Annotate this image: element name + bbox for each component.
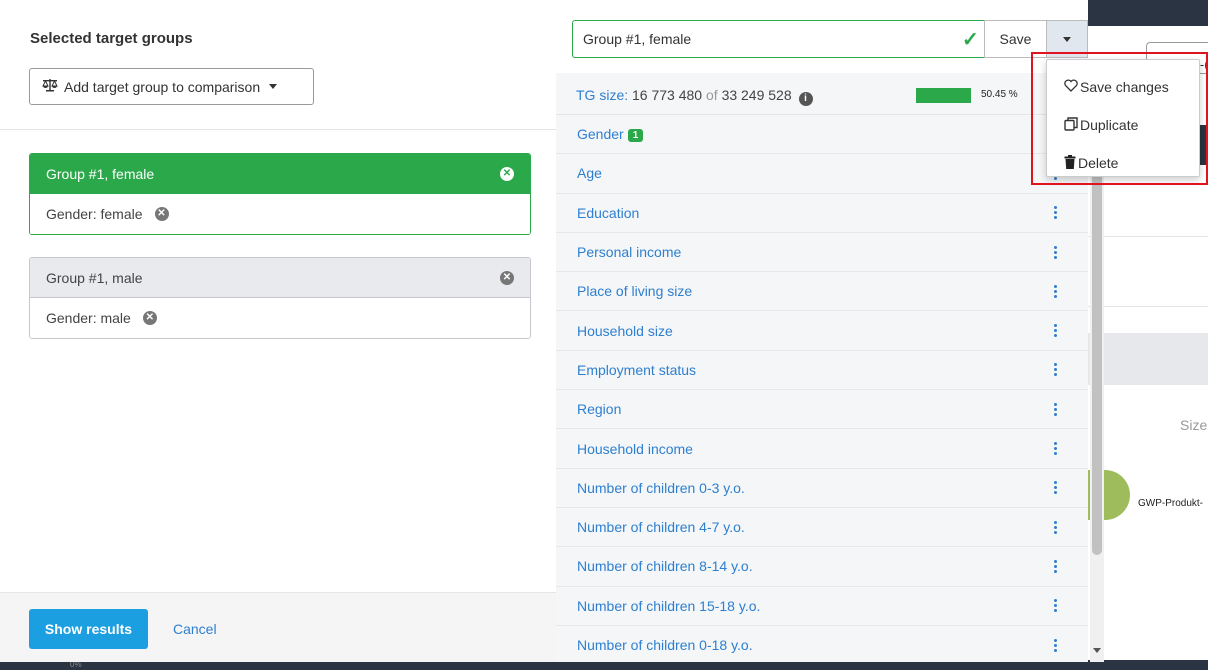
checkmark-icon: ✓ (962, 29, 979, 51)
tg-size-value: 16 773 480 (632, 87, 703, 103)
criteria-label[interactable]: Personal income (577, 244, 681, 260)
scrollbar-thumb[interactable] (1092, 160, 1102, 555)
target-group-name: Group #1, female (46, 166, 155, 182)
criteria-label[interactable]: Number of children 8-14 y.o. (577, 558, 753, 574)
group-editor-header: ✓ Save (556, 0, 1088, 73)
criterion-label: Gender: female (46, 206, 143, 222)
target-group-header[interactable]: Group #1, female ✕ (30, 154, 530, 194)
background-divider (1088, 306, 1208, 307)
background-bubble-label: GWP-Produkt- (1138, 498, 1204, 509)
more-options-icon[interactable] (1054, 324, 1058, 338)
background-topbar (1088, 0, 1208, 26)
cancel-link[interactable]: Cancel (173, 621, 217, 637)
criteria-label[interactable]: Place of living size (577, 283, 692, 299)
caret-down-icon (1063, 36, 1071, 42)
criteria-list-item[interactable]: Region (556, 390, 1088, 430)
more-options-icon[interactable] (1054, 599, 1058, 613)
balance-scale-icon (42, 78, 58, 95)
tg-total-value: 33 249 528 (721, 87, 792, 103)
criteria-label[interactable]: Number of children 0-18 y.o. (577, 637, 753, 653)
selected-groups-panel: Selected target groups Add target group … (0, 0, 556, 662)
criteria-label[interactable]: Number of children 15-18 y.o. (577, 598, 760, 614)
criteria-label-group: Gender 1 (577, 126, 644, 143)
criteria-label[interactable]: Region (577, 401, 621, 417)
criteria-list-item[interactable]: Personal income (556, 232, 1088, 273)
criteria-list-item[interactable]: Employment status (556, 350, 1088, 391)
more-options-icon[interactable] (1054, 206, 1058, 220)
criteria-list-item[interactable]: Household income (556, 429, 1088, 469)
background-size-label: Size: (1180, 417, 1208, 433)
criteria-list-item[interactable]: Number of children 0-18 y.o. (556, 625, 1088, 662)
annotation-highlight-box (1031, 52, 1208, 185)
more-options-icon[interactable] (1054, 559, 1058, 573)
target-group-name: Group #1, male (46, 269, 143, 286)
more-options-icon[interactable] (1054, 638, 1058, 652)
panel-footer: Show results Cancel (0, 592, 556, 662)
remove-criterion-icon[interactable]: ✕ (142, 311, 157, 325)
criteria-label[interactable]: Employment status (577, 362, 696, 378)
criteria-list-item[interactable]: Education (556, 193, 1088, 233)
criteria-list-item[interactable]: Age (556, 154, 1088, 194)
scroll-down-arrow-icon[interactable] (1093, 648, 1101, 653)
show-results-button[interactable]: Show results (29, 609, 148, 649)
target-group-criterion: Gender: female ✕ (30, 194, 530, 234)
info-icon[interactable]: i (798, 92, 813, 106)
criteria-list-item[interactable]: Number of children 0-3 y.o. (556, 468, 1088, 508)
tg-size-summary: TG size: 16 773 480 of 33 249 528 i (576, 87, 813, 106)
remove-group-icon[interactable]: ✕ (500, 167, 514, 181)
target-group-card[interactable]: Group #1, male ✕ Gender: male ✕ (29, 257, 531, 339)
criteria-list-item[interactable]: Number of children 8-14 y.o. (556, 547, 1088, 587)
criteria-label[interactable]: Household size (577, 323, 673, 339)
group-editor-panel: ✓ Save TG size: 16 773 480 of 33 249 528… (556, 0, 1088, 662)
more-options-icon[interactable] (1054, 442, 1058, 456)
progress-fill (916, 88, 972, 103)
remove-criterion-icon[interactable]: ✕ (154, 207, 169, 221)
criteria-list-item[interactable]: Household size (556, 311, 1088, 351)
divider (0, 129, 556, 130)
criteria-list-item[interactable]: Gender 1 (556, 115, 1088, 155)
criteria-list: Gender 1 Age Education Personal income Place … (556, 115, 1088, 662)
caret-down-icon (269, 84, 278, 89)
tg-size-bar: TG size: 16 773 480 of 33 249 528 i 50.4… (556, 73, 1088, 115)
target-group-criterion: Gender: male ✕ (30, 298, 530, 338)
tg-size-progress: 50.45 % (916, 88, 1026, 103)
add-target-group-label: Add target group to comparison (64, 78, 261, 95)
criteria-label[interactable]: Number of children 0-3 y.o. (577, 480, 745, 496)
group-name-input[interactable] (572, 20, 986, 58)
criteria-label[interactable]: Number of children 4-7 y.o. (577, 519, 745, 535)
panel-title: Selected target groups (30, 30, 193, 47)
tg-of-label: of (705, 87, 718, 103)
more-options-icon[interactable] (1054, 520, 1058, 534)
more-options-icon[interactable] (1054, 402, 1058, 416)
progress-text: 50.45 % (981, 89, 1018, 100)
more-options-icon[interactable] (1054, 363, 1058, 377)
target-group-card[interactable]: Group #1, female ✕ Gender: female ✕ (29, 153, 531, 235)
criteria-label[interactable]: Household income (577, 441, 693, 457)
more-options-icon[interactable] (1054, 481, 1058, 495)
remove-group-icon[interactable]: ✕ (500, 270, 514, 285)
target-group-header[interactable]: Group #1, male ✕ (30, 258, 530, 298)
criteria-list-item[interactable]: Number of children 4-7 y.o. (556, 507, 1088, 548)
criterion-label: Gender: male (46, 310, 131, 326)
criteria-label[interactable]: Gender (577, 126, 624, 142)
add-target-group-button[interactable]: Add target group to comparison (29, 68, 314, 105)
criteria-list-item[interactable]: Number of children 15-18 y.o. (556, 586, 1088, 626)
criteria-list-item[interactable]: Place of living size (556, 272, 1088, 312)
criteria-count-badge: 1 (627, 129, 644, 143)
more-options-icon[interactable] (1054, 284, 1058, 298)
tg-size-label: TG size: (576, 87, 629, 103)
criteria-label[interactable]: Age (577, 165, 602, 181)
background-section-header (1088, 333, 1208, 385)
criteria-label[interactable]: Education (577, 205, 639, 221)
background-divider (1088, 236, 1208, 237)
more-options-icon[interactable] (1054, 245, 1058, 259)
